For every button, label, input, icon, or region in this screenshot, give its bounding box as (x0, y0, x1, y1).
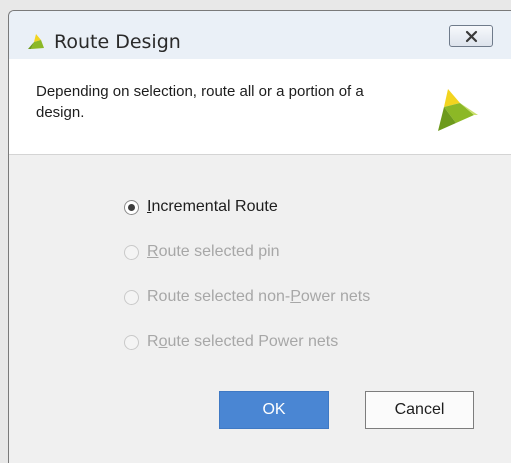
route-design-dialog: Route Design Depending on selection, rou… (8, 10, 511, 463)
radio-route-selected-pin[interactable]: Route selected pin (124, 242, 370, 262)
label-text: ncremental Route (151, 198, 278, 215)
mnemonic-letter: R (147, 243, 159, 260)
label-text: Route selected non- (147, 288, 291, 305)
radio-button[interactable] (124, 244, 139, 260)
header-panel: Depending on selection, route all or a p… (9, 59, 511, 155)
radio-incremental-route[interactable]: Incremental Route (124, 197, 370, 217)
close-icon (465, 30, 478, 43)
radio-label: Route selected non-Power nets (147, 288, 370, 306)
radio-label: Route selected pin (147, 243, 280, 261)
radio-label: Incremental Route (147, 198, 278, 216)
dialog-description: Depending on selection, route all or a p… (36, 83, 364, 121)
radio-route-power-nets[interactable]: Route selected Power nets (124, 332, 370, 352)
label-text: R (147, 333, 159, 350)
label-text: oute selected pin (158, 243, 280, 260)
route-mode-options: Incremental Route Route selected pin Rou… (124, 197, 370, 377)
cancel-button[interactable]: Cancel (365, 391, 474, 429)
title-bar[interactable]: Route Design (9, 11, 511, 59)
radio-route-non-power-nets[interactable]: Route selected non-Power nets (124, 287, 370, 307)
mnemonic-letter: P (290, 288, 301, 305)
vivado-logo-icon (27, 33, 45, 51)
vivado-logo-icon (430, 85, 482, 133)
window-title: Route Design (54, 31, 181, 53)
ok-button[interactable]: OK (219, 391, 329, 429)
radio-button[interactable] (124, 199, 139, 215)
radio-button[interactable] (124, 289, 139, 305)
dialog-body: Depending on selection, route all or a p… (9, 59, 511, 463)
label-text: ute selected Power nets (167, 333, 339, 350)
close-button[interactable] (449, 25, 493, 47)
radio-label: Route selected Power nets (147, 333, 338, 351)
radio-button[interactable] (124, 334, 139, 350)
label-text: ower nets (300, 288, 371, 305)
